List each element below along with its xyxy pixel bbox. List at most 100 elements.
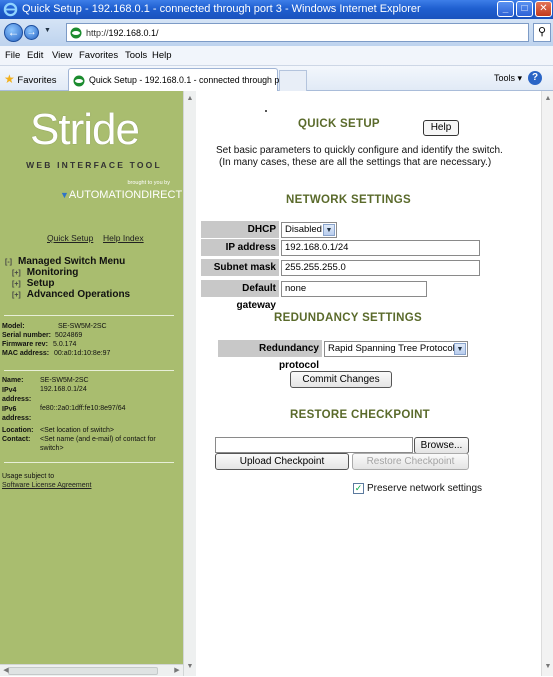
preserve-settings-label: Preserve network settings [367,483,483,494]
tree-item-setup[interactable]: [+] Setup [12,278,55,289]
scroll-up-icon[interactable]: ▲ [542,93,553,105]
expand-icon: [+] [12,281,21,288]
license-link[interactable]: Software License Agreement [2,482,92,489]
tools-menu-button[interactable]: Tools ▾ [494,73,522,84]
menu-file[interactable]: File [5,50,20,61]
subnet-mask-input[interactable]: 255.255.255.0 [281,260,480,276]
scroll-down-icon[interactable]: ▼ [542,661,553,673]
browser-window: Quick Setup - 192.168.0.1 - connected th… [0,0,553,676]
help-index-link[interactable]: Help Index [103,233,144,243]
collapse-icon: [-] [5,259,12,266]
minimize-button[interactable]: _ [497,1,514,17]
model-label: Model: [2,323,25,330]
description-line1: Set basic parameters to quickly configur… [216,145,503,156]
back-button[interactable]: ← [4,23,23,42]
tree-item-monitoring[interactable]: [+] Monitoring [12,267,78,278]
help-icon[interactable]: ? [528,71,542,85]
menu-view[interactable]: View [52,50,72,61]
location-label: Location: [2,427,34,434]
window-title: Quick Setup - 192.168.0.1 - connected th… [22,3,421,15]
site-favicon-icon [70,27,82,39]
close-button[interactable]: ✕ [535,1,552,17]
scroll-left-icon[interactable]: ◀ [0,665,12,677]
description-line2: (In many cases, these are all the settin… [219,157,492,168]
preserve-settings-checkbox[interactable]: ✓ [353,483,364,494]
contact-value-line2: switch> [40,445,64,452]
scroll-down-icon[interactable]: ▼ [184,661,196,673]
browser-tab[interactable]: Quick Setup - 192.168.0.1 - connected th… [68,68,297,91]
redundancy-selected-value: Rapid Spanning Tree Protocol [328,343,455,354]
dhcp-select[interactable]: Disabled ▼ [281,222,337,238]
logo-tagline: WEB INTERFACE TOOL [26,160,162,170]
page-dot [265,110,267,112]
browse-button[interactable]: Browse... [414,437,469,454]
internet-explorer-icon [3,2,18,17]
checkpoint-file-input[interactable] [215,437,413,453]
mac-label: MAC address: [2,350,50,357]
search-icon[interactable]: ⚲ [533,23,551,42]
sidebar [0,91,183,676]
firmware-value: 5.0.174 [53,341,77,348]
brand-triangle-icon: ▼ [60,190,69,200]
sidebar-hscrollbar[interactable]: ◀ ▶ [0,664,183,676]
serial-label: Serial number: [2,332,52,339]
menu-bar: File Edit View Favorites Tools Help [0,46,553,66]
maximize-button[interactable]: □ [516,1,533,17]
tab-favicon-icon [73,75,85,87]
sidebar-scrollbar[interactable]: ▲ ▼ [183,91,196,676]
tree-root[interactable]: [-] Managed Switch Menu [5,256,125,267]
menu-edit[interactable]: Edit [27,50,43,61]
tree-item-advanced-operations[interactable]: [+] Advanced Operations [12,289,130,300]
ip-address-input[interactable]: 192.168.0.1/24 [281,240,480,256]
star-icon: ★ [4,72,15,86]
redundancy-protocol-select[interactable]: Rapid Spanning Tree Protocol ▼ [324,341,468,357]
favorites-button[interactable]: ★ Favorites [4,72,56,86]
ipv4-label: IPv4 address: [2,387,32,403]
brought-by-text: brought to you by [127,180,170,186]
commit-changes-button[interactable]: Commit Changes [290,371,392,388]
redundancy-settings-heading: REDUNDANCY SETTINGS [274,312,422,324]
title-bar: Quick Setup - 192.168.0.1 - connected th… [0,0,553,19]
ipv4-value: 192.168.0.1/24 [40,386,87,393]
page-scrollbar[interactable]: ▲ ▼ [541,91,553,676]
ipv6-value: fe80::2a0:1dff:fe10:8e97/64 [40,405,126,412]
page-title: QUICK SETUP [298,118,380,130]
license-text: Usage subject to [2,473,55,480]
scroll-right-icon[interactable]: ▶ [171,665,183,677]
scroll-up-icon[interactable]: ▲ [184,93,196,105]
quick-setup-link[interactable]: Quick Setup [47,233,93,243]
help-button[interactable]: Help [423,120,459,136]
address-field[interactable]: http://192.168.0.1/ [66,23,529,42]
chevron-down-icon: ▼ [323,224,335,236]
upload-checkpoint-button[interactable]: Upload Checkpoint [215,453,349,470]
menu-help[interactable]: Help [152,50,172,61]
stride-logo: Stride [30,105,140,154]
serial-value: 5024869 [55,332,83,339]
scroll-thumb[interactable] [8,667,158,675]
menu-favorites[interactable]: Favorites [79,50,118,61]
model-value: SE-SW5M-2SC [58,323,107,330]
firmware-label: Firmware rev: [2,341,48,348]
name-value: SE-SW5M-2SC [40,377,89,384]
address-toolbar: ← → ▼ http://192.168.0.1/ ⚲ [0,19,553,46]
expand-icon: [+] [12,270,21,277]
contact-value-line1: <Set name (and e-mail) of contact for [40,436,156,443]
dhcp-label: DHCP [201,221,279,238]
new-tab-button[interactable] [279,70,307,91]
ipv6-label: IPv6 address: [2,406,32,422]
tab-title: Quick Setup - 192.168.0.1 - connected th… [89,75,297,85]
history-dropdown-icon[interactable]: ▼ [44,27,51,34]
location-value: <Set location of switch> [40,427,114,434]
favorites-label: Favorites [17,75,57,86]
sidebar-divider [4,462,174,463]
dhcp-selected-value: Disabled [285,224,322,235]
redundancy-protocol-label: Redundancy protocol [218,340,322,371]
menu-tools[interactable]: Tools [125,50,147,61]
forward-button[interactable]: → [24,25,39,40]
ip-address-label: IP address [201,239,279,256]
default-gateway-input[interactable]: none [281,281,427,297]
restore-checkpoint-button: Restore Checkpoint [352,453,469,470]
expand-icon: [+] [12,292,21,299]
brand-logo: ▼AUTOMATIONDIRECT [60,189,183,201]
contact-label: Contact: [2,436,31,443]
